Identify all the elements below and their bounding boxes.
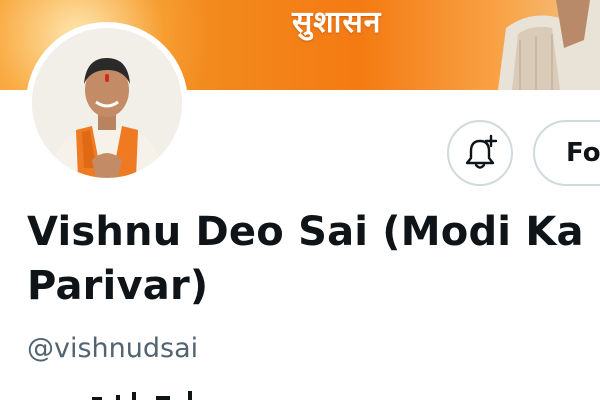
- bell-plus-icon: [465, 134, 498, 169]
- avatar-ring[interactable]: [26, 22, 188, 184]
- notifications-bell-button[interactable]: [447, 120, 513, 186]
- banner-person-image: [498, 0, 600, 90]
- truncated-bio-text: [92, 391, 192, 400]
- profile-display-name: Vishnu Deo Sai (Modi Ka Parivar): [27, 209, 584, 309]
- follow-button[interactable]: Fo: [533, 120, 600, 186]
- profile-page: सुशासन Fo Vishnu Deo Sai (Modi Ka Pariva…: [0, 0, 600, 400]
- banner-slogan: सुशासन: [292, 5, 382, 40]
- avatar-photo: [32, 28, 182, 178]
- avatar[interactable]: [32, 28, 182, 178]
- profile-handle: @vishnudsai: [27, 333, 199, 364]
